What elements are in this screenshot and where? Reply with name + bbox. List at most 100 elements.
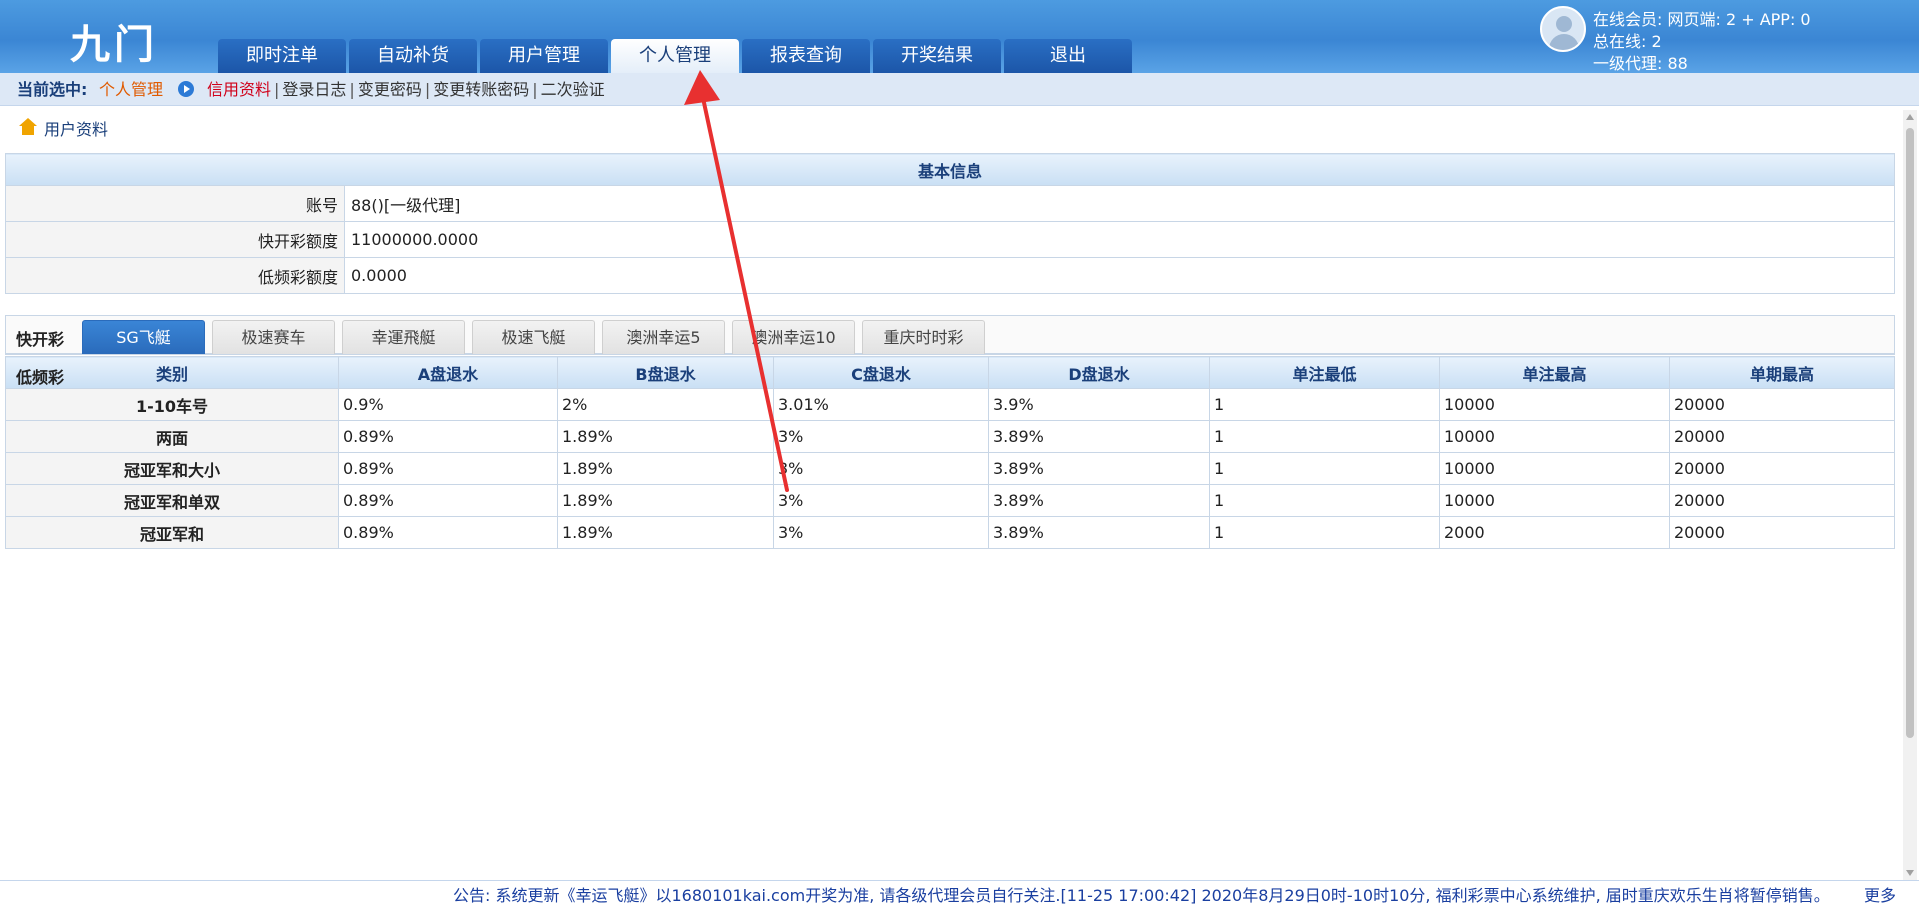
online-status: 在线会员: 网页端: 2 + APP: 0 总在线: 2 一级代理: 88 bbox=[1540, 6, 1910, 73]
online-total: 总在线: 2 bbox=[1593, 32, 1662, 51]
row-category: 冠亚军和单双 bbox=[5, 484, 339, 517]
cell-b-rebate: 1.89% bbox=[557, 484, 774, 517]
column-header-max-bet: 单注最高 bbox=[1439, 356, 1670, 389]
cell-a-rebate: 0.9% bbox=[338, 388, 558, 421]
nav-tab-personal-management[interactable]: 个人管理 bbox=[611, 39, 739, 73]
fast-lottery-credit-label: 快开彩额度 bbox=[5, 221, 345, 258]
sub-link-credit-info[interactable]: 信用资料 bbox=[207, 80, 271, 99]
table-row: 快开彩额度 11000000.0000 bbox=[5, 221, 1895, 258]
cell-b-rebate: 1.89% bbox=[557, 420, 774, 453]
table-row: 低频彩额度 0.0000 bbox=[5, 257, 1895, 294]
breadcrumb-label: 用户资料 bbox=[44, 120, 109, 139]
row-category: 两面 bbox=[5, 420, 339, 453]
cell-max-bet: 10000 bbox=[1439, 452, 1670, 485]
cell-min-bet: 1 bbox=[1209, 452, 1440, 485]
cell-d-rebate: 3.9% bbox=[988, 388, 1210, 421]
nav-tab-reports[interactable]: 报表查询 bbox=[742, 39, 870, 73]
tab-speed-airship[interactable]: 极速飞艇 bbox=[472, 320, 595, 354]
current-selection-value: 个人管理 bbox=[99, 80, 164, 99]
column-header-b-rebate: B盘退水 bbox=[557, 356, 774, 389]
home-icon[interactable] bbox=[18, 118, 38, 136]
cell-b-rebate: 1.89% bbox=[557, 452, 774, 485]
account-label: 账号 bbox=[5, 185, 345, 222]
row-category: 冠亚军和 bbox=[5, 516, 339, 549]
column-header-category: 低频彩 类别 bbox=[5, 356, 339, 389]
cell-d-rebate: 3.89% bbox=[988, 420, 1210, 453]
table-row: 冠亚军和大小 0.89% 1.89% 3% 3.89% 1 10000 2000… bbox=[5, 452, 1895, 485]
cell-max-bet: 10000 bbox=[1439, 484, 1670, 517]
sub-nav: 当前选中: 个人管理 信用资料 | 登录日志 | 变更密码 | 变更转账密码 | 二次验证 bbox=[0, 73, 1919, 106]
table-row: 1-10车号 0.9% 2% 3.01% 3.9% 1 10000 20000 bbox=[5, 388, 1895, 421]
cell-a-rebate: 0.89% bbox=[338, 420, 558, 453]
basic-info-header: 基本信息 bbox=[5, 153, 1895, 186]
tab-sg-airship[interactable]: SG飞艇 bbox=[82, 320, 205, 354]
nav-tab-instant-bets[interactable]: 即时注单 bbox=[218, 39, 346, 73]
sub-link-change-password[interactable]: 变更密码 bbox=[358, 80, 422, 99]
sub-link-change-transfer-password[interactable]: 变更转账密码 bbox=[433, 80, 529, 99]
cell-a-rebate: 0.89% bbox=[338, 516, 558, 549]
basic-info-table: 基本信息 账号 88()[一级代理] 快开彩额度 11000000.0000 低… bbox=[5, 153, 1895, 294]
fast-lottery-credit-value: 11000000.0000 bbox=[344, 221, 1895, 258]
tab-chongqing-ssc[interactable]: 重庆时时彩 bbox=[862, 320, 985, 354]
play-icon bbox=[178, 81, 194, 97]
scroll-up-icon[interactable] bbox=[1906, 114, 1914, 120]
column-header-d-rebate: D盘退水 bbox=[988, 356, 1210, 389]
cell-a-rebate: 0.89% bbox=[338, 484, 558, 517]
online-members: 在线会员: 网页端: 2 + APP: 0 bbox=[1593, 10, 1811, 29]
cell-c-rebate: 3% bbox=[773, 420, 989, 453]
cell-c-rebate: 3.01% bbox=[773, 388, 989, 421]
column-header-min-bet: 单注最低 bbox=[1209, 356, 1440, 389]
scroll-thumb[interactable] bbox=[1906, 128, 1914, 738]
tab-australia-lucky-5[interactable]: 澳洲幸运5 bbox=[602, 320, 725, 354]
cell-d-rebate: 3.89% bbox=[988, 484, 1210, 517]
cell-max-per-draw: 20000 bbox=[1669, 420, 1895, 453]
tab-speed-racing[interactable]: 极速赛车 bbox=[212, 320, 335, 354]
sub-nav-links: 信用资料 | 登录日志 | 变更密码 | 变更转账密码 | 二次验证 bbox=[207, 80, 605, 99]
row-category: 冠亚军和大小 bbox=[5, 452, 339, 485]
cell-max-per-draw: 20000 bbox=[1669, 452, 1895, 485]
user-avatar-icon[interactable] bbox=[1540, 6, 1586, 52]
cell-c-rebate: 3% bbox=[773, 516, 989, 549]
sub-link-two-factor[interactable]: 二次验证 bbox=[541, 80, 605, 99]
vertical-scrollbar[interactable] bbox=[1903, 110, 1917, 880]
low-freq-credit-value: 0.0000 bbox=[344, 257, 1895, 294]
cell-b-rebate: 2% bbox=[557, 388, 774, 421]
game-tabs: 快开彩 SG飞艇 极速赛车 幸運飛艇 极速飞艇 澳洲幸运5 澳洲幸运10 重庆时… bbox=[5, 315, 1895, 355]
account-value: 88()[一级代理] bbox=[344, 185, 1895, 222]
rebate-limits-table: 低频彩 类别 A盘退水 B盘退水 C盘退水 D盘退水 单注最低 单注最高 单期最… bbox=[5, 356, 1895, 549]
scroll-down-icon[interactable] bbox=[1906, 870, 1914, 876]
table-row: 两面 0.89% 1.89% 3% 3.89% 1 10000 20000 bbox=[5, 420, 1895, 453]
online-agent: 一级代理: 88 bbox=[1593, 54, 1688, 73]
cell-d-rebate: 3.89% bbox=[988, 516, 1210, 549]
nav-tab-logout[interactable]: 退出 bbox=[1004, 39, 1132, 73]
sub-link-login-log[interactable]: 登录日志 bbox=[282, 80, 346, 99]
cell-min-bet: 1 bbox=[1209, 420, 1440, 453]
fast-lottery-label: 快开彩 bbox=[16, 330, 65, 349]
tab-lucky-airship[interactable]: 幸運飛艇 bbox=[342, 320, 465, 354]
cell-c-rebate: 3% bbox=[773, 452, 989, 485]
current-selection-label: 当前选中: bbox=[17, 80, 88, 99]
cell-max-per-draw: 20000 bbox=[1669, 516, 1895, 549]
main-nav: 即时注单 自动补货 用户管理 个人管理 报表查询 开奖结果 退出 bbox=[218, 39, 1135, 73]
cell-a-rebate: 0.89% bbox=[338, 452, 558, 485]
app-logo: 九门 bbox=[70, 22, 158, 68]
column-header-a-rebate: A盘退水 bbox=[338, 356, 558, 389]
nav-tab-user-management[interactable]: 用户管理 bbox=[480, 39, 608, 73]
nav-tab-draw-results[interactable]: 开奖结果 bbox=[873, 39, 1001, 73]
notice-text: 公告: 系统更新《幸运飞艇》以1680101kai.com开奖为准, 请各级代理… bbox=[453, 886, 1830, 905]
cell-b-rebate: 1.89% bbox=[557, 516, 774, 549]
table-row: 冠亚军和单双 0.89% 1.89% 3% 3.89% 1 10000 2000… bbox=[5, 484, 1895, 517]
cell-max-bet: 2000 bbox=[1439, 516, 1670, 549]
tab-australia-lucky-10[interactable]: 澳洲幸运10 bbox=[732, 320, 855, 354]
table-row: 账号 88()[一级代理] bbox=[5, 185, 1895, 222]
more-link[interactable]: 更多 bbox=[1864, 881, 1896, 911]
row-category: 1-10车号 bbox=[5, 388, 339, 421]
nav-tab-auto-replenish[interactable]: 自动补货 bbox=[349, 39, 477, 73]
cell-max-bet: 10000 bbox=[1439, 388, 1670, 421]
cell-min-bet: 1 bbox=[1209, 388, 1440, 421]
column-header-max-per-draw: 单期最高 bbox=[1669, 356, 1895, 389]
cell-min-bet: 1 bbox=[1209, 516, 1440, 549]
notice-bar: 公告: 系统更新《幸运飞艇》以1680101kai.com开奖为准, 请各级代理… bbox=[0, 880, 1919, 911]
cell-max-per-draw: 20000 bbox=[1669, 484, 1895, 517]
cell-min-bet: 1 bbox=[1209, 484, 1440, 517]
